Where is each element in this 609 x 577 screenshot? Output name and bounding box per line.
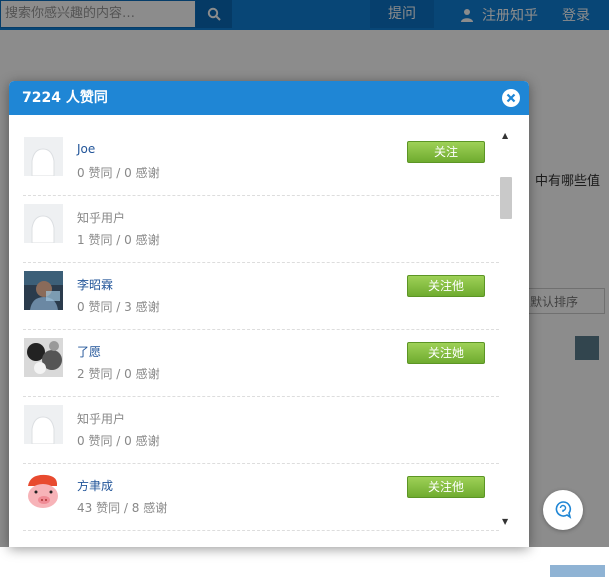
list-scrollbar[interactable]: ▲ ▼ — [500, 129, 512, 529]
list-item: 李昭霖 0 赞同 / 3 感谢 关注他 — [23, 263, 499, 330]
avatar[interactable] — [24, 137, 63, 176]
user-stats: 1 赞同 / 0 感谢 — [77, 233, 160, 247]
dialog-header: 7224 人赞同 — [9, 81, 529, 115]
avatar[interactable] — [24, 338, 63, 377]
voter-list: Joe 0 赞同 / 0 感谢 关注 知乎用户 1 赞同 / 0 感谢 李昭霖 … — [23, 129, 499, 531]
chat-help-icon — [555, 501, 572, 519]
voters-dialog: 7224 人赞同 Joe 0 赞同 / 0 感谢 关注 知乎用户 1 赞同 / … — [9, 81, 529, 547]
user-name-link[interactable]: 李昭霖 — [77, 276, 113, 293]
avatar[interactable] — [24, 472, 63, 511]
scroll-down-icon[interactable]: ▼ — [502, 517, 508, 526]
user-name: 知乎用户 — [77, 412, 126, 426]
follow-button[interactable]: 关注他 — [407, 476, 485, 498]
close-button[interactable] — [502, 89, 520, 107]
user-stats: 0 赞同 / 0 感谢 — [77, 434, 160, 448]
pig-cartoon-avatar — [24, 472, 63, 511]
user-name-link[interactable]: Joe — [77, 142, 95, 156]
avatar — [24, 405, 63, 444]
user-photo-avatar — [24, 338, 63, 377]
help-button[interactable] — [543, 490, 583, 530]
background-button[interactable] — [550, 565, 605, 577]
avatar[interactable] — [24, 271, 63, 310]
user-name-link[interactable]: 方聿成 — [77, 477, 113, 494]
follow-button[interactable]: 关注她 — [407, 342, 485, 364]
dialog-title: 7224 人赞同 — [22, 90, 108, 106]
user-name-link[interactable]: 了愿 — [77, 343, 101, 360]
user-photo-avatar — [24, 271, 63, 310]
follow-button[interactable]: 关注 — [407, 141, 485, 163]
list-item: 知乎用户 1 赞同 / 0 感谢 — [23, 196, 499, 263]
user-stats: 0 赞同 / 0 感谢 — [77, 166, 160, 180]
follow-button[interactable]: 关注他 — [407, 275, 485, 297]
list-item: 知乎用户 0 赞同 / 0 感谢 — [23, 397, 499, 464]
avatar — [24, 204, 63, 243]
list-item: Joe 0 赞同 / 0 感谢 关注 — [23, 129, 499, 196]
user-name: 知乎用户 — [77, 211, 126, 225]
default-avatar-icon — [24, 204, 63, 243]
list-item: 了愿 2 赞同 / 0 感谢 关注她 — [23, 330, 499, 397]
scroll-thumb[interactable] — [500, 177, 512, 219]
default-avatar-icon — [24, 137, 63, 176]
user-stats: 2 赞同 / 0 感谢 — [77, 367, 160, 381]
default-avatar-icon — [24, 405, 63, 444]
user-stats: 0 赞同 / 3 感谢 — [77, 300, 160, 314]
close-icon — [506, 93, 516, 103]
list-item: 方聿成 43 赞同 / 8 感谢 关注他 — [23, 464, 499, 531]
scroll-up-icon[interactable]: ▲ — [502, 131, 508, 140]
user-stats: 43 赞同 / 8 感谢 — [77, 501, 168, 515]
